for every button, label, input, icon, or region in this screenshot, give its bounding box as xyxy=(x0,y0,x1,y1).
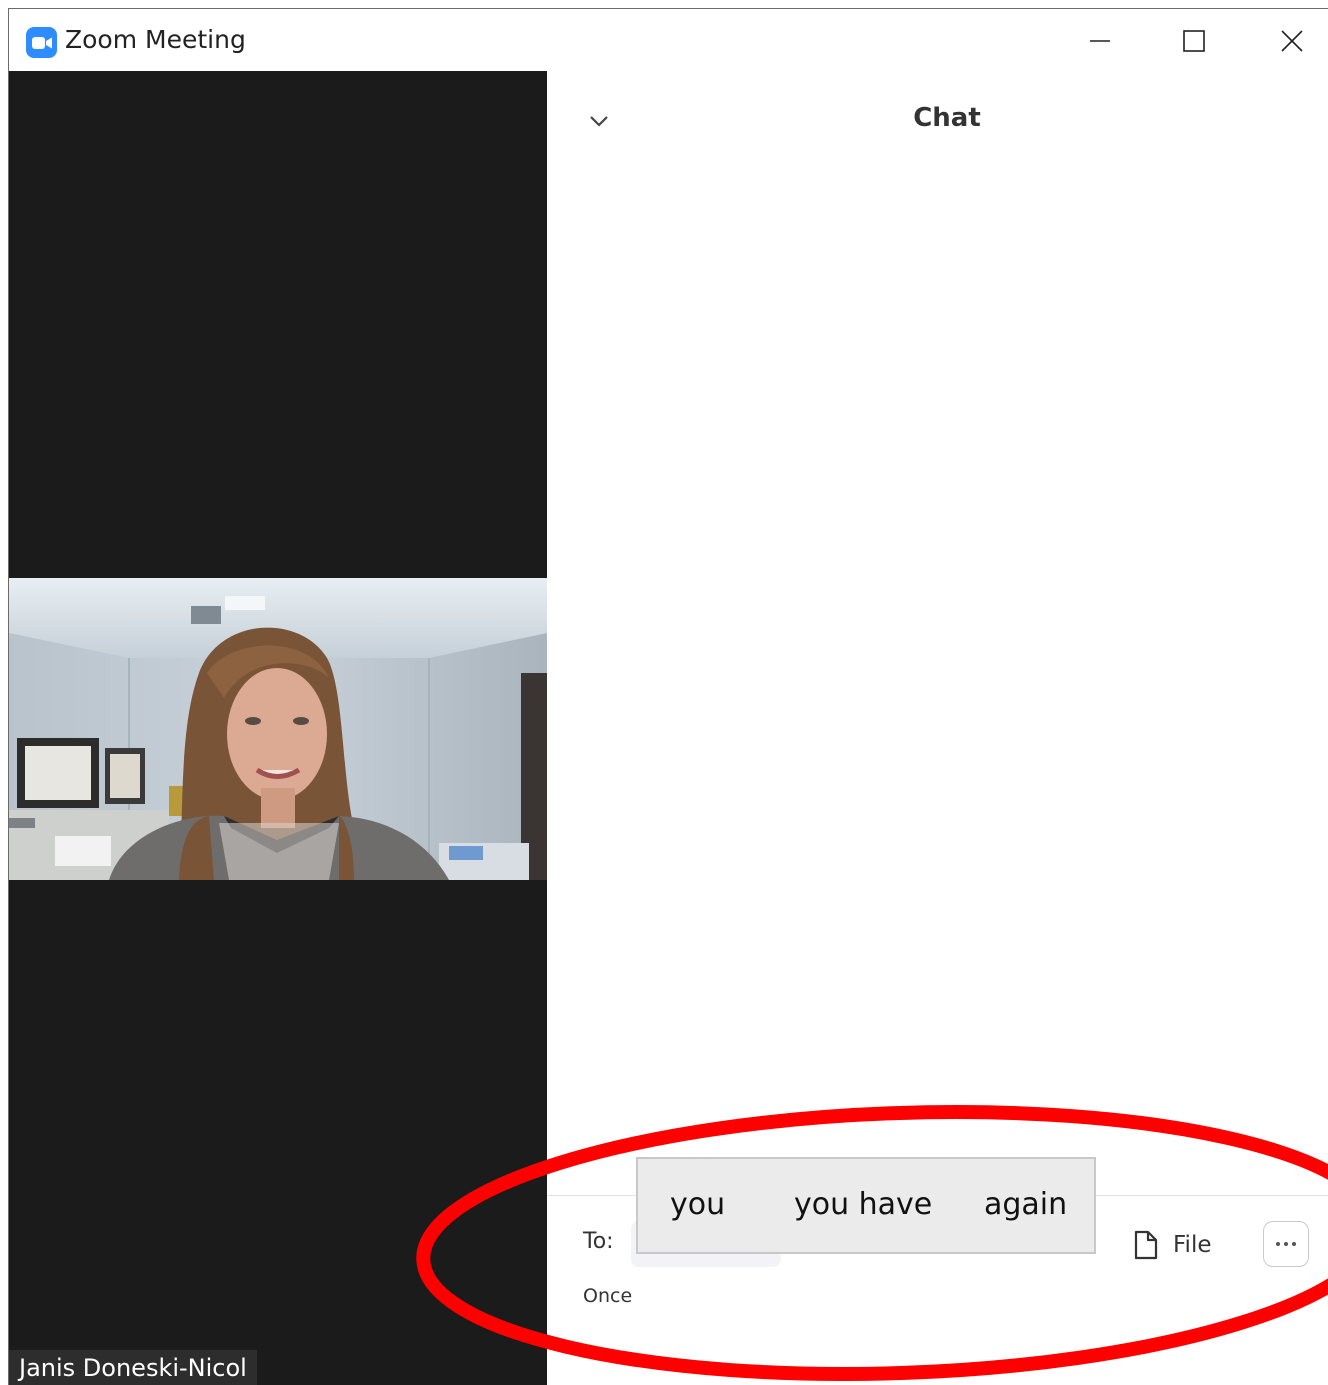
minimize-button[interactable] xyxy=(1071,19,1129,63)
maximize-button[interactable] xyxy=(1165,19,1223,63)
suggestion-item[interactable]: you have xyxy=(794,1187,932,1222)
suggestion-item[interactable]: again xyxy=(984,1187,1067,1222)
chat-message-input[interactable]: Once xyxy=(583,1285,632,1307)
minimize-icon xyxy=(1090,40,1110,42)
video-panel: Janis Doneski-Nicol xyxy=(9,71,547,1385)
title-bar[interactable]: Zoom Meeting xyxy=(9,9,1328,71)
participant-name-label: Janis Doneski-Nicol xyxy=(9,1350,257,1385)
file-label: File xyxy=(1173,1232,1212,1258)
file-button[interactable]: File xyxy=(1133,1225,1212,1265)
participant-video[interactable] xyxy=(9,578,547,880)
window-title: Zoom Meeting xyxy=(65,25,246,54)
more-options-button[interactable] xyxy=(1263,1221,1309,1267)
close-button[interactable] xyxy=(1263,19,1321,63)
suggestion-item[interactable]: you xyxy=(670,1187,725,1222)
zoom-camera-icon xyxy=(26,27,57,58)
file-icon xyxy=(1134,1230,1158,1260)
more-options-icon xyxy=(1276,1242,1296,1246)
to-label: To: xyxy=(583,1229,614,1254)
chat-title: Chat xyxy=(913,103,981,133)
maximize-icon xyxy=(1183,30,1205,52)
close-icon xyxy=(1281,30,1303,52)
autocomplete-suggestion-bar: you you have again xyxy=(636,1157,1096,1254)
